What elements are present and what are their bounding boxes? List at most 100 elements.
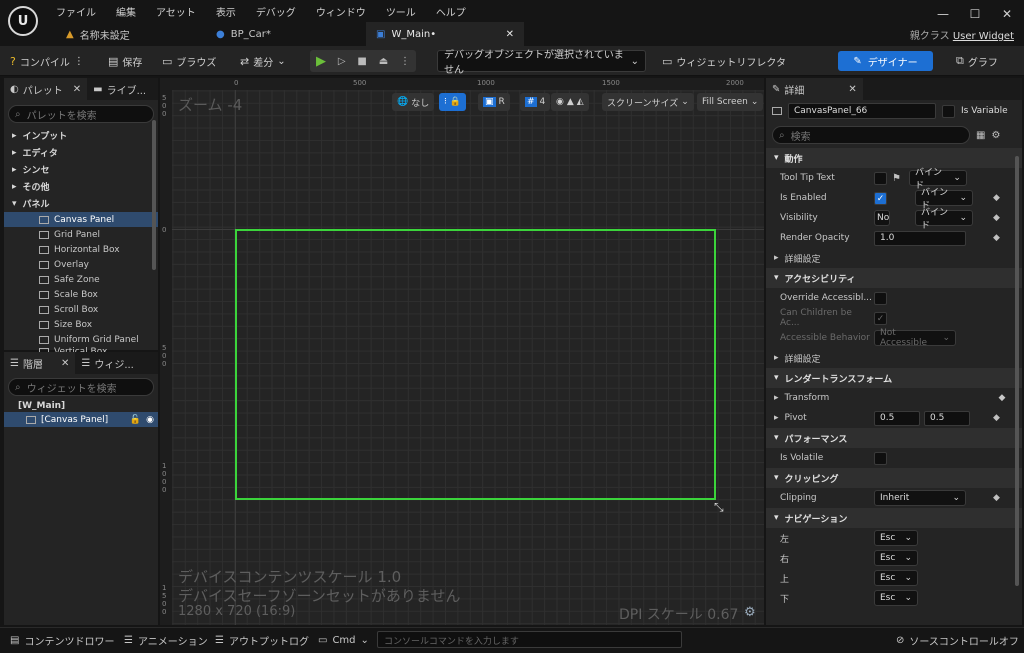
palette-item[interactable]: Scroll Box [4, 302, 158, 317]
more-icon[interactable]: ⋮ [400, 56, 410, 67]
resize-handle-icon[interactable]: ⤡ [714, 500, 724, 515]
details-search-input[interactable]: ⌕ 検索 [772, 126, 970, 144]
transform-expander[interactable]: ▸ Transform ◆ [766, 388, 1022, 408]
close-icon[interactable]: ✕ [61, 358, 69, 369]
tab-palette[interactable]: ◐ パレット ✕ [4, 78, 88, 100]
source-control-button[interactable]: ⊘ ソースコントロールオフ [896, 627, 1019, 653]
debug-object-select[interactable]: デバッグオブジェクトが選択されていません ⌄ [437, 50, 646, 76]
category-editor[interactable]: ▸ エディタ [4, 144, 158, 161]
reset-icon[interactable]: ◆ [993, 213, 1000, 223]
tab-w-main[interactable]: ▣ W_Main• ✕ [366, 22, 524, 46]
reset-icon[interactable]: ◆ [999, 393, 1006, 403]
section-clipping[interactable]: ▾ クリッピング [766, 468, 1022, 488]
menu-file[interactable]: ファイル [46, 4, 106, 19]
is-variable-checkbox[interactable] [942, 104, 955, 118]
pivot-expander[interactable]: ▸ Pivot [766, 408, 874, 428]
tab-hierarchy[interactable]: ☰ 階層 ✕ [4, 352, 76, 374]
close-icon[interactable]: ✕ [73, 84, 81, 95]
section-performance[interactable]: ▾ パフォーマンス [766, 428, 1022, 448]
tab-details[interactable]: ✎ 詳細 ✕ [766, 78, 863, 100]
more-icon[interactable]: ⋮ [74, 56, 84, 67]
animation-button[interactable]: ☰ アニメーション [124, 627, 208, 653]
menu-asset[interactable]: アセット [146, 4, 206, 19]
reset-icon[interactable]: ◆ [993, 493, 1000, 503]
category-other[interactable]: ▸ その他 [4, 178, 158, 195]
menu-tools[interactable]: ツール [376, 4, 426, 19]
tree-item-canvas-panel[interactable]: [Canvas Panel] 🔓 ◉ [4, 412, 158, 427]
tab-bp-car[interactable]: ● BP_Car* [206, 22, 366, 46]
bind-dropdown[interactable]: バインド ⌄ [908, 168, 967, 191]
tab-library[interactable]: ▬ ライブ... [87, 78, 152, 100]
close-tab-icon[interactable]: ✕ [506, 29, 514, 40]
maximize-icon[interactable]: ☐ [960, 4, 990, 24]
palette-item[interactable]: Grid Panel [4, 227, 158, 242]
nav-up-dropdown[interactable]: Esc ⌄ [874, 570, 918, 586]
close-window-icon[interactable]: ✕ [992, 4, 1022, 24]
step-icon[interactable]: ▷ [338, 56, 346, 67]
section-behavior[interactable]: ▾ 動作 [766, 148, 1022, 168]
console-input[interactable]: コンソールコマンドを入力します [377, 631, 682, 648]
transform-lock-button[interactable]: ⁝ 🔒 [439, 93, 467, 111]
tooltip-field[interactable] [874, 171, 887, 185]
cmd-dropdown[interactable]: ▭ Cmd ⌄ [318, 627, 369, 653]
section-render-transform[interactable]: ▾ レンダートランスフォーム [766, 368, 1022, 388]
nav-down-dropdown[interactable]: Esc ⌄ [874, 590, 918, 606]
tree-root[interactable]: [W_Main] [4, 399, 158, 412]
palette-item[interactable]: Horizontal Box [4, 242, 158, 257]
designer-button[interactable]: ✎ デザイナー [838, 51, 933, 71]
eye-icon[interactable]: ◉ [146, 415, 154, 425]
reset-icon[interactable]: ◆ [993, 413, 1000, 423]
settings-icon[interactable]: ⚙ [991, 130, 1000, 141]
lock-icon[interactable]: 🔓 [130, 415, 141, 425]
bind-dropdown[interactable]: バインド ⌄ [915, 188, 973, 211]
pivot-y-field[interactable]: 0.5 [924, 410, 970, 426]
close-icon[interactable]: ✕ [848, 84, 856, 95]
palette-item[interactable]: Uniform Grid Panel [4, 332, 158, 347]
palette-item[interactable]: Safe Zone [4, 272, 158, 287]
menu-window[interactable]: ウィンドウ [306, 4, 376, 19]
is-volatile-checkbox[interactable] [874, 451, 887, 465]
clipping-dropdown[interactable]: Inherit ⌄ [874, 490, 966, 506]
category-panel[interactable]: ▾ パネル [4, 195, 158, 212]
hierarchy-search-input[interactable]: ⌕ ウィジェットを検索 [8, 378, 154, 396]
nav-left-dropdown[interactable]: Esc ⌄ [874, 530, 918, 546]
compile-button[interactable]: ? コンパイル ⋮ [6, 50, 88, 72]
nav-right-dropdown[interactable]: Esc ⌄ [874, 550, 918, 566]
category-synth[interactable]: ▸ シンセ [4, 161, 158, 178]
pivot-x-field[interactable]: 0.5 [874, 410, 920, 426]
stop-icon[interactable]: ■ [357, 56, 366, 67]
bind-dropdown[interactable]: バインド ⌄ [915, 208, 973, 231]
graph-button[interactable]: ⧉ グラフ [952, 50, 1002, 72]
category-input[interactable]: ▸ インプット [4, 127, 158, 144]
minimize-icon[interactable]: — [928, 4, 958, 24]
palette-search-input[interactable]: ⌕ パレットを検索 [8, 105, 154, 123]
menu-edit[interactable]: 編集 [106, 4, 146, 19]
parent-class-link[interactable]: User Widget [953, 31, 1014, 42]
menu-help[interactable]: ヘルプ [426, 4, 476, 19]
fill-screen-dropdown[interactable]: Fill Screen ⌄ [697, 93, 764, 111]
advanced-expander[interactable]: ▸ 詳細設定 [766, 348, 1022, 368]
respect-locks-button[interactable]: ▣ R [478, 93, 510, 111]
palette-item[interactable]: Scale Box [4, 287, 158, 302]
play-icon[interactable]: ▶ [316, 54, 326, 69]
palette-item[interactable]: Canvas Panel [4, 212, 158, 227]
tab-level[interactable]: ▲ 名称未設定 [56, 22, 196, 46]
output-log-button[interactable]: ☰ アウトプットログ [215, 627, 309, 653]
menu-view[interactable]: 表示 [206, 4, 246, 19]
widget-reflector-button[interactable]: ▭ ウィジェットリフレクタ [658, 50, 790, 72]
section-navigation[interactable]: ▾ ナビゲーション [766, 508, 1022, 528]
flip-buttons[interactable]: ◉ ▲ ◭ [551, 93, 589, 111]
palette-scrollbar[interactable] [152, 120, 156, 270]
palette-item[interactable]: Overlay [4, 257, 158, 272]
section-accessibility[interactable]: ▾ アクセシビリティ [766, 268, 1022, 288]
menu-debug[interactable]: デバッグ [246, 4, 306, 19]
content-drawer-button[interactable]: ▤ コンテンツドロワー [10, 627, 114, 653]
reset-icon[interactable]: ◆ [993, 193, 1000, 203]
screen-size-dropdown[interactable]: スクリーンサイズ ⌄ [602, 93, 694, 111]
save-button[interactable]: ▤ 保存 [104, 50, 146, 72]
localization-button[interactable]: 🌐 なし [392, 93, 435, 111]
advanced-expander[interactable]: ▸ 詳細設定 [766, 248, 1022, 268]
details-scrollbar[interactable] [1015, 156, 1019, 586]
eject-icon[interactable]: ⏏ [379, 56, 388, 67]
override-accessible-checkbox[interactable] [874, 291, 887, 305]
